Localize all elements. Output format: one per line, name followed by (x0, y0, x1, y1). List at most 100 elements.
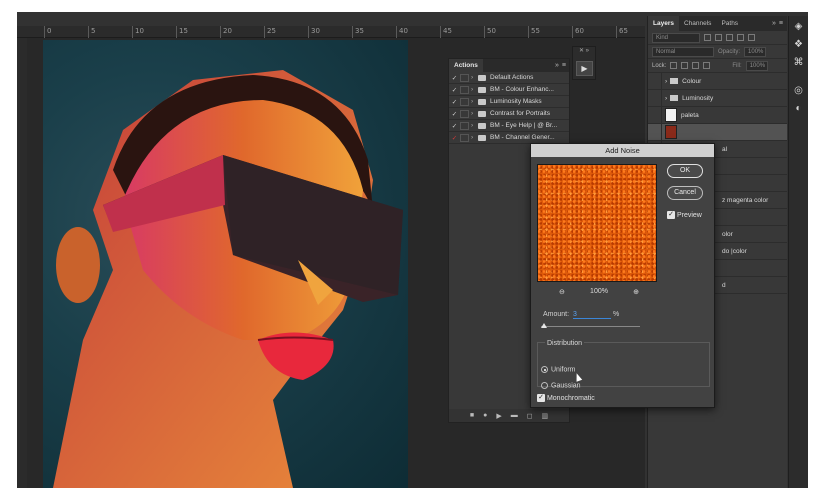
dialog-toggle-box[interactable] (460, 109, 469, 118)
fill-input[interactable]: 100% (745, 60, 768, 71)
expand-arrow-icon[interactable]: › (471, 98, 478, 105)
action-set-row[interactable]: ✓ › BM - Colour Enhanc... (449, 84, 569, 96)
shape-filter-icon[interactable] (737, 34, 744, 41)
ruler-tick: 35 (352, 26, 364, 38)
mini-panel-controls[interactable]: ✕ » (573, 47, 595, 57)
cancel-button[interactable]: Cancel (667, 186, 703, 200)
layer-name: d (722, 281, 726, 289)
layer-row[interactable] (648, 123, 787, 141)
zoom-out-icon[interactable]: ⊖ (559, 288, 565, 296)
action-set-row[interactable]: ✓ › Luminosity Masks (449, 96, 569, 108)
channels-icon[interactable]: ❖ (792, 38, 806, 52)
lock-position-icon[interactable] (681, 62, 689, 69)
layer-row[interactable]: › Colour (648, 72, 787, 90)
horizontal-ruler: 0 5 10 15 20 25 30 35 40 45 50 55 60 65 (17, 26, 645, 38)
panel-menu-icon[interactable]: ≡ (779, 20, 783, 27)
type-filter-icon[interactable] (726, 34, 733, 41)
dialog-toggle-box[interactable] (460, 73, 469, 82)
ruler-tick-label: 0 (47, 27, 52, 35)
amount-input[interactable]: 3 (573, 311, 612, 319)
expand-arrow-icon[interactable]: › (471, 86, 478, 93)
folder-icon (478, 86, 486, 93)
uniform-option[interactable]: Uniform (541, 366, 576, 373)
toggle-check-icon[interactable]: ✓ (449, 122, 460, 130)
visibility-toggle[interactable] (648, 106, 662, 124)
visibility-toggle[interactable] (648, 72, 662, 90)
visibility-toggle[interactable] (648, 123, 662, 141)
play-icon[interactable]: ▶ (496, 412, 501, 420)
dialog-toggle-box[interactable] (460, 85, 469, 94)
blend-mode-select[interactable]: Normal (652, 46, 714, 57)
gaussian-option[interactable]: Gaussian (541, 382, 581, 389)
pixel-filter-icon[interactable] (704, 34, 711, 41)
layers-icon[interactable]: ◈ (792, 20, 806, 34)
action-set-row[interactable]: ✓ › Default Actions (449, 72, 569, 84)
collapse-icon[interactable]: » (772, 20, 776, 27)
zoom-in-icon[interactable]: ⊕ (633, 288, 639, 296)
layer-row[interactable]: paleta (648, 106, 787, 124)
ruler-tick: 10 (132, 26, 144, 38)
monochromatic-option[interactable]: ✓ Monochromatic (537, 394, 595, 402)
portrait-illustration (53, 70, 403, 488)
action-set-label: BM - Colour Enhanc... (490, 86, 554, 93)
kind-filter-select[interactable]: Kind (652, 32, 700, 43)
panel-menu-icon[interactable]: ≡ (562, 62, 566, 69)
preview-option[interactable]: ✓ Preview (667, 211, 702, 219)
layer-name: z magenta color (722, 196, 769, 204)
dialog-toggle-box[interactable] (460, 133, 469, 142)
preview-checkbox[interactable]: ✓ (667, 211, 675, 219)
lock-pixels-icon[interactable] (670, 62, 678, 69)
expand-arrow-icon[interactable]: › (471, 134, 478, 141)
amount-slider-handle[interactable] (541, 323, 547, 328)
ok-button[interactable]: OK (667, 164, 703, 178)
dialog-toggle-box[interactable] (460, 97, 469, 106)
smart-filter-icon[interactable] (748, 34, 755, 41)
uniform-radio[interactable] (541, 366, 548, 373)
expand-arrow-icon[interactable]: › (665, 78, 667, 85)
toggle-check-icon[interactable]: ✓ (449, 134, 460, 142)
expand-arrow-icon[interactable]: › (471, 122, 478, 129)
layer-name: Luminosity (682, 94, 714, 102)
tab-actions[interactable]: Actions (449, 59, 483, 72)
adjustments-icon[interactable]: ◐ (792, 102, 806, 116)
dialog-toggle-box[interactable] (460, 121, 469, 130)
toggle-check-icon[interactable]: ✓ (449, 74, 460, 82)
actions-panel-header: Actions » ≡ (449, 59, 569, 72)
noise-preview[interactable] (537, 164, 657, 282)
ruler-tick-label: 30 (311, 27, 320, 35)
folder-icon[interactable]: ▬ (511, 412, 518, 419)
tab-channels[interactable]: Channels (679, 16, 716, 31)
lock-all-icon[interactable] (703, 62, 711, 69)
paths-icon[interactable]: ⌘ (792, 56, 806, 70)
toggle-check-icon[interactable]: ✓ (449, 110, 460, 118)
gaussian-radio[interactable] (541, 382, 548, 389)
trash-icon[interactable]: ▥ (542, 412, 549, 420)
toggle-check-icon[interactable]: ✓ (449, 86, 460, 94)
expand-arrow-icon[interactable]: › (665, 95, 667, 102)
collapse-icon[interactable]: » (555, 62, 559, 69)
fill-label: Fill: (732, 62, 742, 69)
record-icon[interactable]: ● (483, 412, 487, 419)
lock-artboard-icon[interactable] (692, 62, 700, 69)
portrait-photo[interactable] (43, 40, 408, 488)
amount-slider[interactable] (541, 323, 640, 328)
lock-label: Lock: (652, 62, 667, 69)
action-set-row[interactable]: ✓ › Contrast for Portraits (449, 108, 569, 120)
properties-icon[interactable]: ◎ (792, 84, 806, 98)
tab-layers[interactable]: Layers (648, 16, 679, 31)
expand-arrow-icon[interactable]: › (471, 110, 478, 117)
monochromatic-checkbox[interactable]: ✓ (537, 394, 545, 402)
opacity-input[interactable]: 100% (744, 46, 767, 57)
adjustment-filter-icon[interactable] (715, 34, 722, 41)
visibility-toggle[interactable] (648, 89, 662, 107)
expand-arrow-icon[interactable]: › (471, 74, 478, 81)
tab-paths[interactable]: Paths (716, 16, 743, 31)
folder-icon (478, 122, 486, 129)
action-set-row[interactable]: ✓ › BM - Eye Help | @ Br... (449, 120, 569, 132)
play-button[interactable]: ▶ (576, 61, 593, 76)
ruler-tick: 40 (396, 26, 408, 38)
toggle-check-icon[interactable]: ✓ (449, 98, 460, 106)
stop-icon[interactable]: ■ (470, 412, 474, 419)
new-action-icon[interactable]: ◻ (527, 412, 533, 420)
layer-row[interactable]: › Luminosity (648, 89, 787, 107)
